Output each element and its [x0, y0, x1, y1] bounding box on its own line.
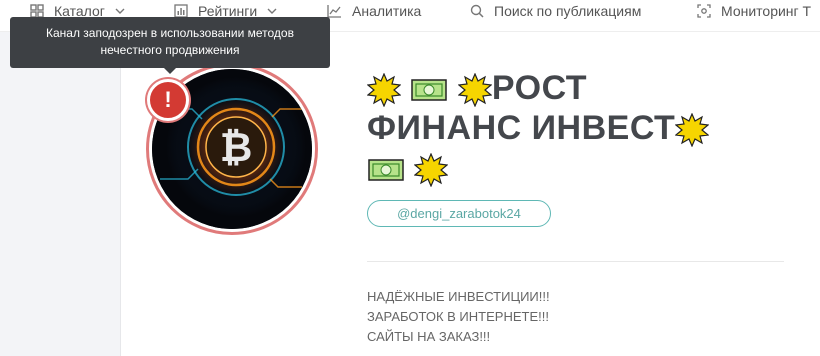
title-line1: РОСТ: [491, 69, 588, 107]
channel-title: РОСТ ФИНАНС ИНВЕСТ: [367, 68, 767, 188]
bitcoin-icon: ₿: [220, 125, 253, 171]
left-panel: [0, 32, 121, 356]
search-icon: [470, 4, 484, 18]
dollar-bill-icon: [411, 79, 448, 101]
channel-handle-link[interactable]: @dengi_zarabotok24: [367, 200, 551, 227]
description-line: ЗАРАБОТОК В ИНТЕРНЕТЕ!!!: [367, 309, 549, 324]
nav-search-label: Поиск по публикациям: [494, 3, 642, 19]
starburst-icon: [675, 113, 710, 148]
scan-icon: [697, 4, 711, 18]
warning-badge-symbol: !: [164, 87, 172, 112]
divider: [367, 261, 784, 262]
grid-icon: [30, 4, 44, 18]
warning-badge[interactable]: !: [147, 79, 189, 121]
nav-analytics[interactable]: Аналитика: [327, 3, 421, 19]
starburst-icon: [367, 73, 401, 108]
dollar-bill-icon: [368, 159, 404, 181]
warning-tooltip: Канал заподозрен в использовании методов…: [10, 17, 330, 74]
trend-icon: [327, 5, 341, 18]
starburst-icon: [457, 73, 492, 108]
nav-search[interactable]: Поиск по публикациям: [470, 3, 641, 19]
nav-monitoring[interactable]: Мониторинг Т: [697, 3, 811, 19]
channel-description: НАДЁЖНЫЕ ИНВЕСТИЦИИ!!! ЗАРАБОТОК В ИНТЕР…: [367, 287, 550, 347]
description-line: НАДЁЖНЫЕ ИНВЕСТИЦИИ!!!: [367, 289, 550, 304]
nav-analytics-label: Аналитика: [352, 3, 422, 19]
title-line2: ФИНАНС ИНВЕСТ: [367, 109, 676, 147]
description-line: САЙТЫ НА ЗАКАЗ!!!: [367, 329, 491, 344]
chevron-down-icon: [115, 8, 125, 14]
tooltip-text-line1: Канал заподозрен в использовании методов: [46, 26, 294, 40]
starburst-icon: [414, 153, 449, 188]
nav-monitoring-label: Мониторинг Т: [721, 3, 812, 19]
bar-chart-icon: [174, 4, 188, 18]
tooltip-text-line2: нечестного продвижения: [100, 43, 240, 57]
chevron-down-icon: [267, 8, 277, 14]
